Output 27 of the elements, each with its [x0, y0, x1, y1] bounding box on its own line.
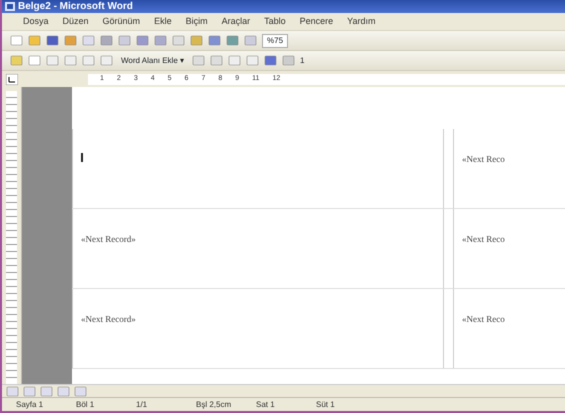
- insert-field-dropdown[interactable]: Word Alanı Ekle ▾: [118, 54, 187, 66]
- word-icon: [5, 2, 15, 11]
- status-text: Böl 1: [75, 398, 96, 410]
- table-cell-text: «Next Reco: [461, 233, 506, 246]
- table-cell-text: «Next Reco: [461, 313, 506, 326]
- menu-item[interactable]: Görünüm: [96, 14, 148, 28]
- menu-item[interactable]: Ekle: [147, 14, 179, 28]
- status-text: Sat 1: [255, 398, 276, 410]
- record-field[interactable]: 1: [300, 54, 304, 66]
- menu-item[interactable]: Pencere: [292, 14, 340, 28]
- status-text: Bşl 2,5cm: [195, 398, 232, 410]
- table-cell: «Next Record»: [72, 209, 444, 288]
- status-text: 1/1: [135, 398, 148, 410]
- window-title: Belge2 - Microsoft Word: [18, 0, 133, 13]
- menu-item[interactable]: Tablo: [257, 14, 293, 28]
- menu-item[interactable]: Düzen: [56, 14, 96, 28]
- table-cell: «Next Record»: [72, 289, 444, 368]
- text-cursor: [81, 153, 83, 162]
- menu-item[interactable]: Yardım: [340, 14, 382, 28]
- status-text: Sayfa 1: [15, 398, 44, 410]
- status-text: Süt 1: [315, 398, 336, 410]
- table-cell-text: «Next Reco: [461, 153, 506, 166]
- tab-selector-icon[interactable]: [6, 74, 18, 84]
- menu-item[interactable]: Araçlar: [214, 14, 258, 28]
- zoom-field[interactable]: %75: [262, 34, 288, 48]
- menu-item[interactable]: Dosya: [16, 14, 56, 28]
- menu-item[interactable]: Biçim: [178, 14, 215, 28]
